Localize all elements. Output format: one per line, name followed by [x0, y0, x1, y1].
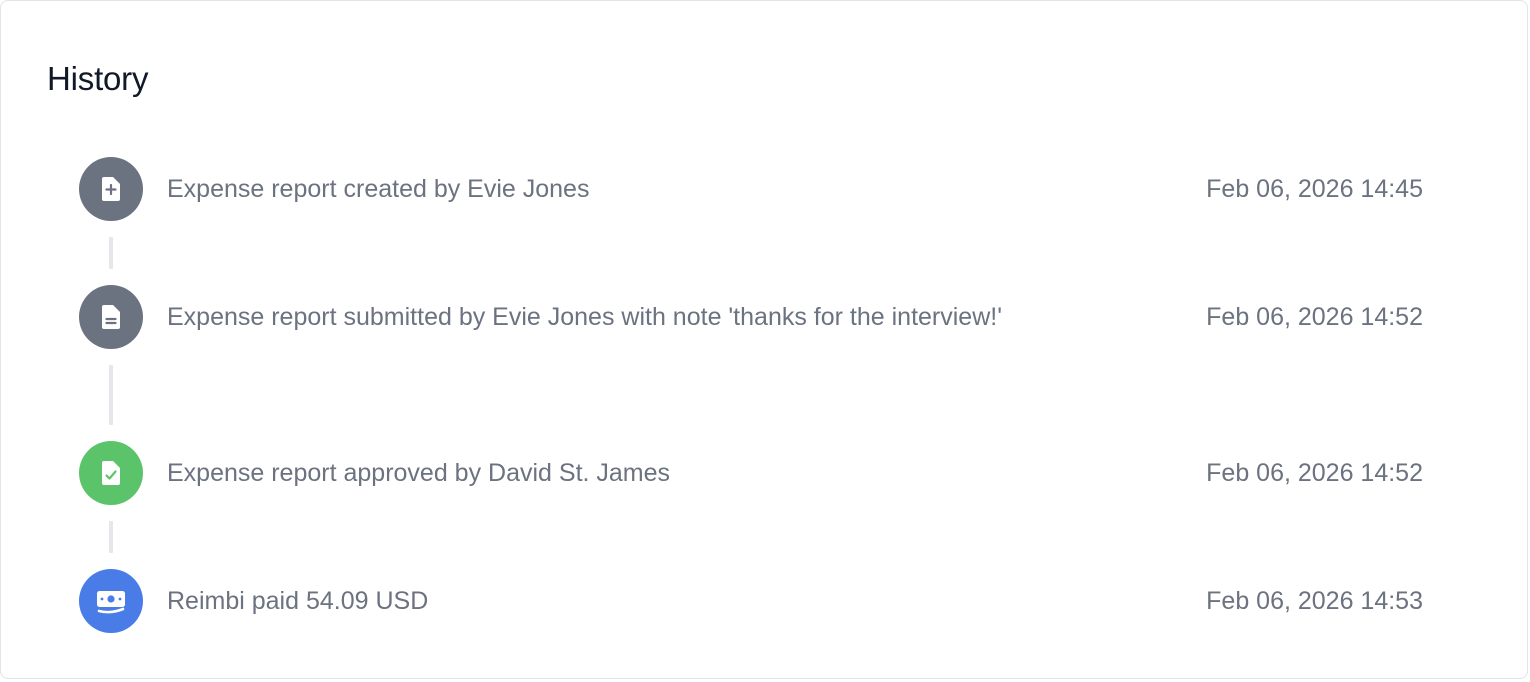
history-event-timestamp: Feb 06, 2026 14:53 [1206, 587, 1423, 615]
history-event-timestamp: Feb 06, 2026 14:52 [1206, 303, 1423, 331]
history-event-text: Expense report created by Evie Jones [167, 175, 590, 203]
document-add-icon [79, 157, 143, 221]
timeline-connector [109, 237, 113, 269]
cash-icon [79, 569, 143, 633]
document-text-icon [79, 285, 143, 349]
timeline-connector [109, 521, 113, 553]
document-check-icon [79, 441, 143, 505]
history-card: History Expense report created by Evie J… [0, 0, 1528, 679]
history-event-timestamp: Feb 06, 2026 14:45 [1206, 175, 1423, 203]
history-event-text: Expense report approved by David St. Jam… [167, 459, 671, 487]
history-event-text: Reimbi paid 54.09 USD [167, 587, 429, 615]
history-event-timestamp: Feb 06, 2026 14:52 [1206, 459, 1423, 487]
history-event-text: Expense report submitted by Evie Jones w… [167, 303, 1002, 331]
history-timeline: Expense report created by Evie Jones Feb… [1, 1, 1527, 678]
timeline-connector [109, 365, 113, 425]
